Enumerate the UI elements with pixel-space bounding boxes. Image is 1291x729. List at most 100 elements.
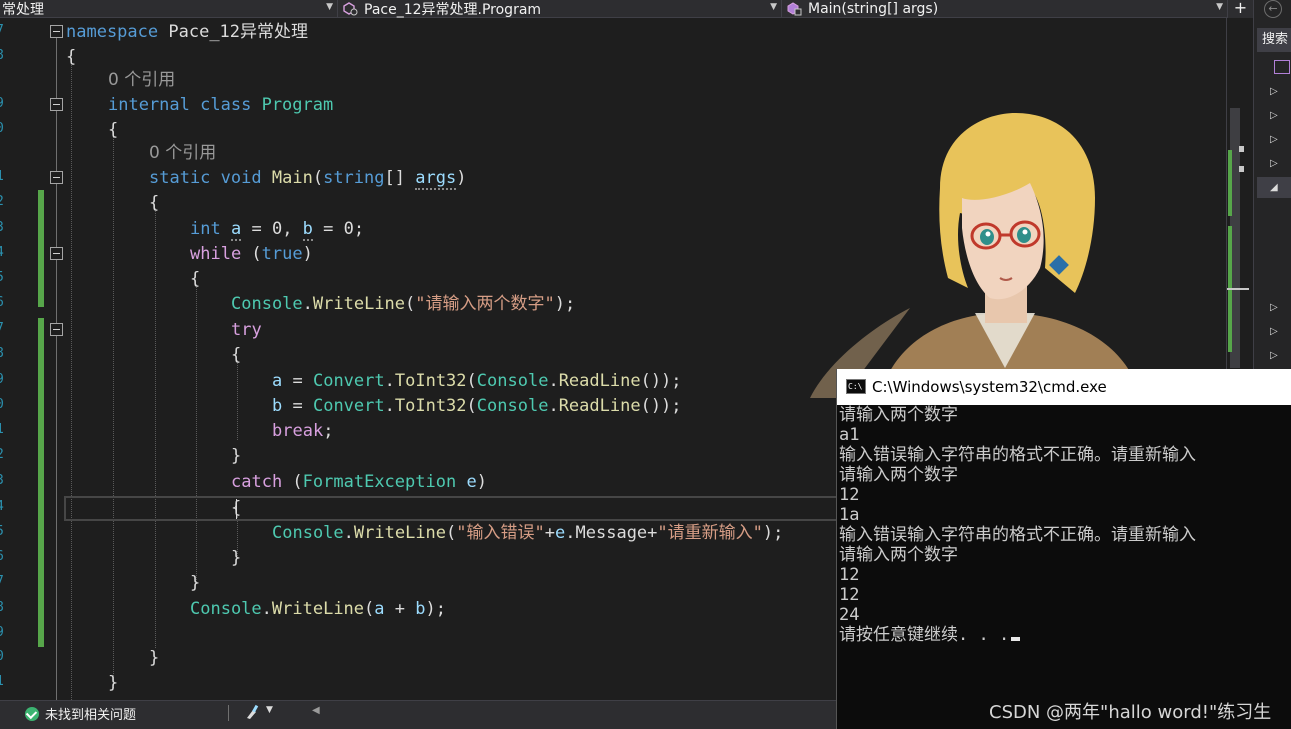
class-name: Convert (312, 371, 385, 391)
member-scope-dropdown[interactable]: Main(string[] args) ▼ (782, 0, 1228, 18)
expand-arrow-icon[interactable]: ▷ (1270, 350, 1280, 362)
reference-count-label[interactable]: 0 个引用 (108, 70, 175, 90)
line-number: 0 (0, 397, 8, 412)
method-icon (786, 2, 802, 16)
console-title-bar[interactable]: C:\ C:\Windows\system32\cmd.exe (837, 369, 1291, 405)
back-circle-icon[interactable]: ← (1264, 0, 1282, 18)
expand-arrow-icon[interactable]: ▷ (1270, 326, 1280, 338)
line-number: 2 (0, 194, 8, 209)
code-line[interactable]: { (66, 45, 76, 70)
reference-count-label[interactable]: 0 个引用 (149, 143, 216, 163)
line-number: 1 (0, 169, 8, 184)
outline-line (56, 38, 57, 700)
expand-arrow-icon[interactable]: ▷ (1270, 158, 1280, 170)
project-dropdown-label: 常处理 (2, 2, 44, 18)
class-name: Console (231, 294, 303, 314)
code-line[interactable]: Console.WriteLine("请输入两个数字"); (231, 292, 575, 317)
indent-guide (113, 132, 114, 688)
code-line[interactable]: static void Main(string[] args) (149, 166, 466, 191)
brace-token: } (149, 648, 160, 668)
code-line[interactable]: { (190, 267, 200, 292)
expand-arrow-icon[interactable]: ▷ (1270, 134, 1280, 146)
line-number: 9 (0, 372, 8, 387)
line-number: 7 (0, 23, 8, 38)
keyword-token: break (272, 421, 324, 441)
code-line[interactable]: } (149, 646, 159, 671)
method-name: Main (271, 168, 313, 188)
console-output-line: 输入错误输入字符串的格式不正确。请重新输入 (839, 525, 1196, 545)
code-line[interactable]: while (true) (190, 242, 313, 267)
code-line[interactable]: } (231, 546, 241, 571)
method-name: ToInt32 (394, 371, 467, 391)
code-line[interactable]: internal class Program (108, 93, 333, 118)
class-name: FormatException (302, 472, 457, 492)
expand-arrow-icon[interactable]: ▷ (1270, 86, 1280, 98)
parameter-name: args (415, 168, 457, 190)
collapse-method-button[interactable] (50, 171, 63, 184)
code-cleanup-brush-icon[interactable] (244, 704, 262, 720)
chevron-down-icon: ▼ (1216, 2, 1223, 12)
variable-name: e (466, 472, 477, 492)
expand-arrow-icon[interactable]: ▷ (1270, 110, 1280, 122)
console-line-text: 12 (839, 585, 860, 605)
scroll-left-icon[interactable]: ◀ (312, 705, 320, 716)
line-number: 1 (0, 674, 8, 689)
line-number: 0 (0, 121, 8, 136)
collapse-try-button[interactable] (50, 323, 63, 336)
brace-token: } (190, 573, 201, 593)
console-output-line: 请输入两个数字 (839, 405, 1196, 425)
class-name: Convert (312, 396, 385, 416)
expand-arrow-icon[interactable]: ▷ (1270, 302, 1280, 314)
member-scope-label: Main(string[] args) (808, 1, 939, 17)
code-line[interactable]: Console.WriteLine(a + b); (190, 597, 446, 622)
keyword-token: void (220, 168, 262, 188)
console-line-text: 输入错误输入字符串的格式不正确。请重新输入 (839, 445, 1196, 465)
code-line[interactable]: break; (272, 419, 333, 444)
keyword-token: try (231, 320, 262, 340)
code-line[interactable]: b = Convert.ToInt32(Console.ReadLine()); (272, 394, 682, 419)
project-dropdown[interactable]: 常处理 ▼ (0, 0, 338, 18)
code-line[interactable]: } (190, 571, 200, 596)
console-output-line: 24 (839, 605, 1196, 625)
brace-token: { (66, 47, 77, 67)
type-scope-dropdown[interactable]: Pace_12异常处理.Program ▼ (338, 0, 782, 18)
split-editor-button[interactable]: + (1228, 0, 1253, 18)
collapse-while-button[interactable] (50, 247, 63, 260)
divider (228, 705, 229, 721)
console-line-text: 12 (839, 565, 860, 585)
collapse-namespace-button[interactable] (50, 25, 63, 38)
console-window[interactable]: C:\ C:\Windows\system32\cmd.exe 请输入两个数字 a… (836, 369, 1291, 729)
console-line-text: a1 (839, 425, 860, 445)
method-name: WriteLine (353, 523, 447, 543)
solution-search-box[interactable]: 搜索 (1257, 28, 1291, 52)
code-line[interactable]: } (231, 444, 241, 469)
chevron-down-icon: ▼ (770, 2, 777, 12)
issues-status-label[interactable]: 未找到相关问题 (45, 704, 136, 723)
watermark-text: CSDN @两年"hallo word!"练习生 (989, 702, 1272, 723)
brace-token: } (108, 673, 119, 693)
variable-name: a (230, 219, 242, 241)
codelens-reference[interactable]: 0 个引用 (108, 68, 175, 93)
collapse-arrow-icon[interactable]: ◢ (1270, 182, 1280, 194)
change-marker (38, 190, 44, 307)
console-line-text: 输入错误输入字符串的格式不正确。请重新输入 (839, 525, 1196, 545)
code-line[interactable]: { (231, 343, 241, 368)
code-line[interactable]: { (149, 191, 159, 216)
code-line[interactable]: catch (FormatException e) (231, 470, 487, 495)
collapse-class-button[interactable] (50, 98, 63, 111)
change-map-marker (1228, 150, 1232, 216)
code-line[interactable]: a = Convert.ToInt32(Console.ReadLine()); (272, 369, 682, 394)
chevron-down-icon[interactable]: ▼ (266, 705, 273, 715)
line-number: 5 (0, 270, 8, 285)
code-line[interactable]: { (108, 118, 118, 143)
codelens-reference[interactable]: 0 个引用 (149, 141, 216, 166)
method-name: ReadLine (558, 396, 641, 416)
code-line[interactable]: Console.WriteLine("输入错误"+e.Message+"请重新输… (272, 521, 783, 546)
code-line[interactable]: } (108, 671, 118, 696)
console-output-line: a1 (839, 425, 1196, 445)
variable-name: a (374, 599, 385, 619)
code-line[interactable]: int a = 0, b = 0; (190, 217, 364, 242)
code-line[interactable]: try (231, 318, 262, 343)
code-line[interactable]: namespace Pace_12异常处理 (66, 20, 308, 45)
editor-status-bar: 未找到相关问题 ▼ ◀ (0, 700, 836, 729)
